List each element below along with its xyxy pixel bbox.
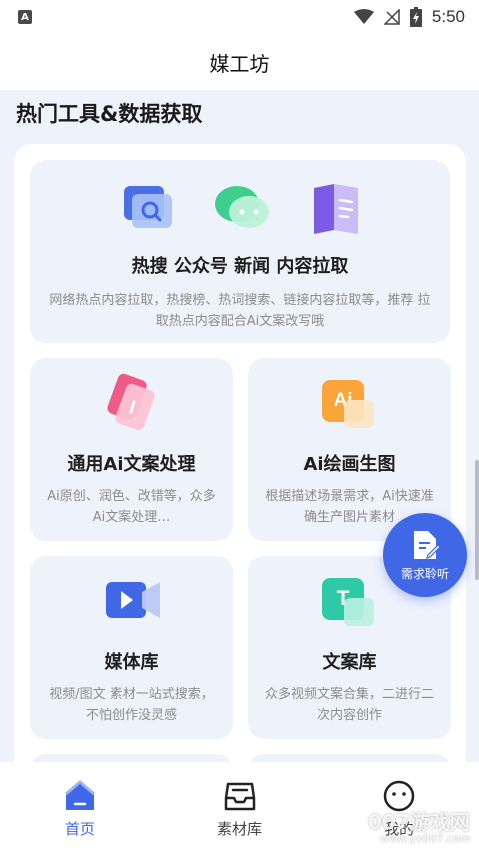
edit-document-icon <box>414 530 440 559</box>
watermark-text: 007游戏网 <box>368 810 470 834</box>
ai-writing-desc: Ai原创、润色、改错等，众多Ai文案处理… <box>47 489 216 525</box>
copy-library-desc: 众多视频文案合集，二进行二次内容创作 <box>264 687 434 723</box>
no-signal-icon <box>383 9 400 25</box>
media-library-desc: 视频/图文 素材一站式搜索，不怕创作没灵感 <box>49 687 214 723</box>
fab-label: 需求聆听 <box>400 566 449 581</box>
ai-image-icon: Ai <box>322 380 382 430</box>
battery-charging-icon <box>409 7 422 27</box>
status-bar: A 5:50 <box>0 0 479 34</box>
requirement-fab-button[interactable]: 需求聆听 <box>383 513 467 597</box>
news-book-icon <box>314 184 358 234</box>
content-fetch-desc: 网络热点内容拉取，热搜榜、热词搜索、链接内容拉取等，推荐 拉取热点内容配合Ai文… <box>49 293 431 329</box>
status-time: 5:50 <box>431 7 465 26</box>
content-fetch-title: 热搜 公众号 新闻 内容拉取 <box>131 256 349 277</box>
ai-drawing-title: Ai绘画生图 <box>303 454 396 475</box>
tools-panel: 热搜 公众号 新闻 内容拉取 网络热点内容拉取，热搜榜、热词搜索、链接内容拉取等… <box>14 144 466 784</box>
app-a-icon: A <box>18 10 32 24</box>
inbox-tray-icon <box>224 782 255 811</box>
nav-materials[interactable]: 素材库 <box>160 762 320 853</box>
nav-home-label: 首页 <box>64 820 95 838</box>
content-fetch-card[interactable]: 热搜 公众号 新闻 内容拉取 网络热点内容拉取，热搜榜、热词搜索、链接内容拉取等… <box>30 160 450 343</box>
section-title: 热门工具&数据获取 <box>16 102 203 126</box>
document-cards-icon <box>107 373 155 431</box>
home-icon <box>64 780 95 810</box>
ai-writing-title: 通用Ai文案处理 <box>67 454 196 475</box>
page-title: 媒工坊 <box>209 51 270 76</box>
app-header: 媒工坊 <box>0 34 479 90</box>
nav-materials-label: 素材库 <box>217 820 263 838</box>
media-library-title: 媒体库 <box>104 652 159 673</box>
wifi-icon <box>353 9 374 24</box>
scrollbar-thumb[interactable] <box>475 460 479 580</box>
copy-library-title: 文案库 <box>322 652 377 673</box>
status-icons: 5:50 <box>353 7 465 27</box>
text-template-icon: T <box>322 578 382 628</box>
ai-writing-card[interactable]: 通用Ai文案处理 Ai原创、润色、改错等，众多Ai文案处理… <box>30 358 233 541</box>
nav-home[interactable]: 首页 <box>0 762 160 853</box>
search-icon <box>124 186 172 228</box>
watermark-url: www.yx007.com <box>380 832 471 845</box>
wechat-icon <box>215 186 269 228</box>
media-library-card[interactable]: 媒体库 视频/图文 素材一站式搜索，不怕创作没灵感 <box>30 556 233 739</box>
video-camera-icon <box>106 582 160 618</box>
